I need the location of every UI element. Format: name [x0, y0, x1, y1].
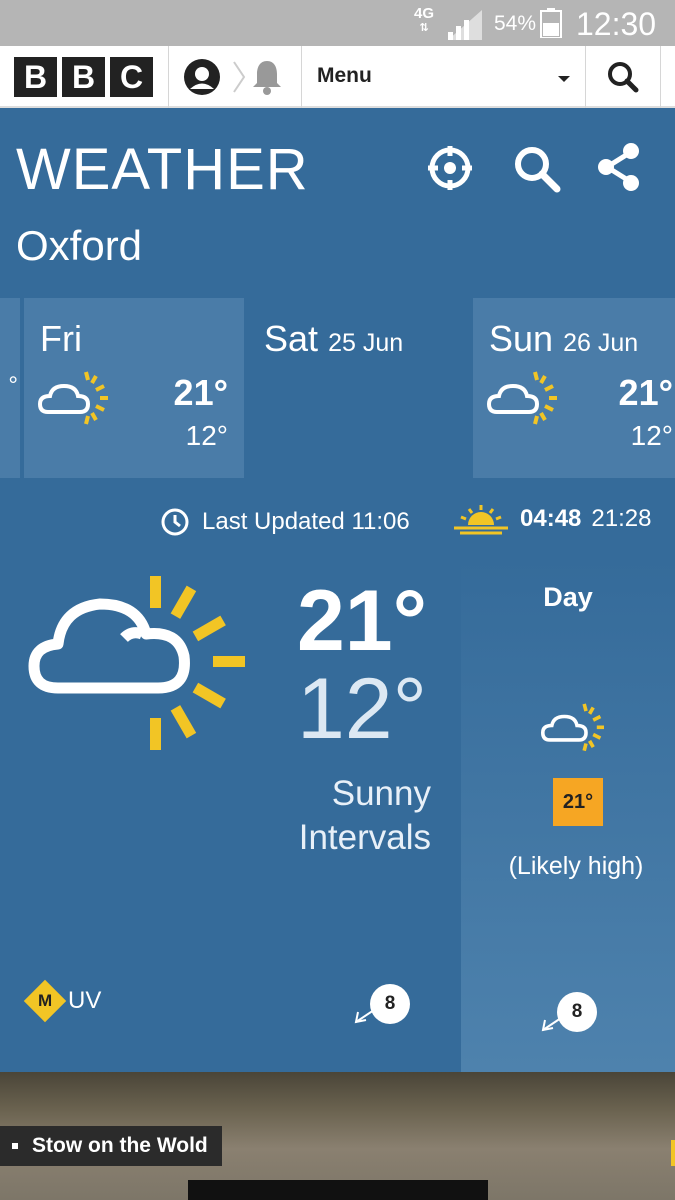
location-name: Oxford [16, 222, 143, 269]
uv-level-badge: M [23, 979, 67, 1023]
day-panel-label: Day [543, 582, 593, 612]
day-label: Sat [264, 318, 319, 359]
data-arrows-icon: ⇅ [419, 22, 429, 34]
wind-indicator: 8 [354, 984, 410, 1024]
bbc-logo[interactable]: B B C [14, 57, 153, 97]
wind-speed: 8 [370, 984, 410, 1024]
sunset-time: 21:28 [591, 505, 652, 532]
day-temperature-note: (Likely high) [508, 852, 644, 880]
forecast-high-temp: 21° [618, 372, 673, 413]
bbc-navigation-bar: B B C Menu [0, 46, 675, 108]
forecast-day-card[interactable]: Sat 25 Jun [248, 298, 470, 478]
menu-dropdown[interactable]: Menu [303, 46, 585, 108]
sunny-intervals-icon [541, 703, 604, 752]
chevron-right-icon [233, 61, 246, 93]
forecast-day-name: Sun 26 Jun [489, 318, 638, 360]
locate-me-icon[interactable] [426, 144, 474, 192]
today-low-temp: 12° [296, 661, 427, 757]
map-marker [671, 1140, 675, 1166]
clock: 12:30 [576, 6, 657, 42]
signal-icon [448, 10, 482, 40]
battery-percent: 54% [494, 12, 537, 35]
uv-level: M [37, 990, 53, 1010]
day-panel[interactable]: Day 21° (Likely high) 8 [461, 560, 675, 1072]
dropdown-arrow-icon [558, 76, 570, 82]
search-icon [608, 62, 639, 93]
forecast-day-name: Sat 25 Jun [264, 318, 403, 360]
wind-speed: 8 [557, 992, 597, 1032]
network-type: 4G [414, 5, 435, 22]
day-temperature-badge: 21° [553, 778, 603, 826]
sunrise-icon [454, 505, 508, 535]
battery-icon [540, 8, 562, 38]
notifications-bell-icon[interactable] [250, 58, 284, 96]
account-icon[interactable] [183, 58, 221, 96]
search-button[interactable] [586, 46, 660, 108]
network-indicator: 4G ⇅ [414, 5, 435, 35]
map-overlay-bar [188, 1180, 488, 1200]
weather-description: Sunny Intervals [299, 772, 431, 860]
map-location-label[interactable]: Stow on the Wold [0, 1126, 222, 1166]
uv-label: UV [68, 987, 102, 1014]
map-location-text: Stow on the Wold [32, 1134, 208, 1157]
nav-divider [168, 46, 169, 108]
forecast-day-card[interactable]: Sun 26 Jun 21° 12° [473, 298, 675, 478]
nav-divider [301, 46, 302, 108]
weather-map[interactable]: Stow on the Wold [0, 1072, 675, 1200]
forecast-day-card[interactable]: Fri 21° 12° [24, 298, 244, 478]
search-icon[interactable] [512, 144, 562, 194]
date-label: 26 Jun [563, 329, 639, 357]
description-line: Sunny [331, 774, 431, 813]
wind-indicator: 8 [541, 992, 597, 1032]
share-icon[interactable] [596, 142, 642, 192]
sunrise-time: 04:48 [520, 505, 582, 532]
uv-index[interactable]: M UV [23, 979, 102, 1023]
clock-icon [161, 508, 189, 536]
weather-title[interactable]: WEATHER [16, 136, 309, 203]
sunny-intervals-icon [487, 371, 557, 425]
bbc-logo-letter: B [62, 57, 105, 97]
forecast-day-name: Fri [40, 318, 82, 360]
status-bar: 4G ⇅ 54% 12:30 [0, 0, 675, 46]
bbc-logo-letter: B [14, 57, 57, 97]
bullet-icon [12, 1143, 18, 1149]
sunny-intervals-icon [28, 576, 245, 750]
sunny-intervals-icon [38, 371, 108, 425]
forecast-strip[interactable]: ° Fri 21° 12° Sat 25 Jun Sun 26 Jun 21° … [0, 298, 675, 478]
sunrise-sunset: 04:48 21:28 [452, 503, 651, 535]
menu-label: Menu [317, 64, 372, 87]
forecast-day-card-partial[interactable]: ° [0, 298, 20, 478]
last-updated: Last Updated 11:06 [160, 507, 410, 537]
forecast-high-temp: 21° [173, 372, 228, 413]
last-updated-text: Last Updated 11:06 [202, 508, 410, 535]
nav-divider [660, 46, 661, 108]
today-high-temp: 21° [296, 573, 427, 669]
day-label: Fri [40, 318, 82, 359]
date-label: 25 Jun [328, 329, 404, 357]
forecast-low-temp: 12° [185, 420, 228, 451]
partial-card-text: ° [8, 372, 18, 399]
forecast-low-temp: 12° [630, 420, 673, 451]
day-label: Sun [489, 318, 554, 359]
description-line: Intervals [298, 818, 431, 857]
bbc-logo-letter: C [110, 57, 153, 97]
